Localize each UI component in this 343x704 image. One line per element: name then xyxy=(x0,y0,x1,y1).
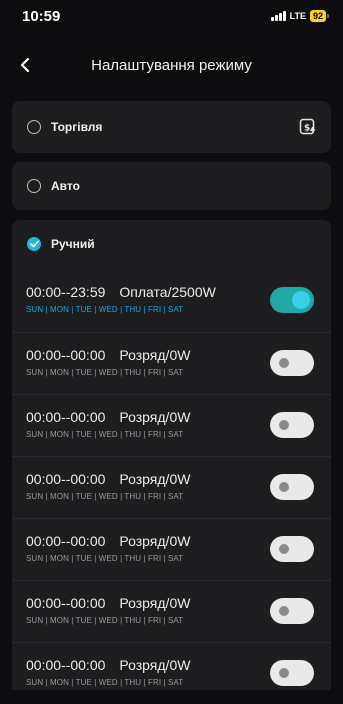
toggle-knob xyxy=(292,291,310,309)
mode-label-manual: Ручний xyxy=(51,237,95,251)
schedule-toggle[interactable] xyxy=(270,412,314,438)
page-title: Налаштування режиму xyxy=(91,56,252,74)
status-indicators: LTE 92 xyxy=(270,10,329,22)
schedule-toggle[interactable] xyxy=(270,350,314,376)
schedule-days: SUN | MON | TUE | WED | THU | FRI | SAT xyxy=(26,430,184,439)
battery-icon: 92 xyxy=(309,10,326,22)
toggle-knob xyxy=(279,606,289,616)
radio-auto[interactable] xyxy=(27,179,41,193)
schedule-days: SUN | MON | TUE | WED | THU | FRI | SAT xyxy=(26,554,184,563)
schedule-row[interactable]: 00:00--00:00 Розряд/0W SUN | MON | TUE | … xyxy=(12,580,331,642)
schedule-row[interactable]: 00:00--00:00 Розряд/0W SUN | MON | TUE | … xyxy=(12,456,331,518)
schedule-mode: Розряд/0W xyxy=(119,347,191,363)
schedule-days: SUN | MON | TUE | WED | THU | FRI | SAT xyxy=(26,368,184,377)
schedule-row[interactable]: 00:00--00:00 Розряд/0W SUN | MON | TUE | … xyxy=(12,394,331,456)
status-time: 10:59 xyxy=(22,7,61,25)
trade-settings-icon[interactable]: $ xyxy=(299,118,317,136)
mode-card-auto[interactable]: Авто xyxy=(12,162,331,210)
signal-icon xyxy=(270,11,286,21)
schedule-summary: 00:00--00:00 Розряд/0W xyxy=(26,657,190,673)
svg-text:$: $ xyxy=(304,124,310,134)
status-bar: 10:59 LTE 92 xyxy=(0,0,343,32)
schedule-time: 00:00--00:00 xyxy=(26,657,106,673)
schedule-days: SUN | MON | TUE | WED | THU | FRI | SAT xyxy=(26,616,184,625)
mode-label-auto: Авто xyxy=(51,179,80,193)
schedule-summary: 00:00--00:00 Розряд/0W xyxy=(26,471,190,487)
schedule-time: 00:00--00:00 xyxy=(26,533,106,549)
schedule-summary: 00:00--00:00 Розряд/0W xyxy=(26,595,190,611)
schedule-toggle[interactable] xyxy=(270,536,314,562)
schedule-row[interactable]: 00:00--00:00 Розряд/0W SUN | MON | TUE | … xyxy=(12,642,331,704)
schedule-row[interactable]: 00:00--00:00 Розряд/0W SUN | MON | TUE | … xyxy=(12,332,331,394)
mode-label-trading: Торгівля xyxy=(51,120,103,134)
schedule-days: SUN | MON | TUE | WED | THU | FRI | SAT xyxy=(26,492,184,501)
schedule-mode: Розряд/0W xyxy=(119,409,191,425)
schedule-mode: Розряд/0W xyxy=(119,471,191,487)
schedule-days: SUN | MON | TUE | WED | THU | FRI | SAT xyxy=(26,305,184,314)
battery-tip xyxy=(327,14,329,18)
schedule-toggle[interactable] xyxy=(270,287,314,313)
toggle-knob xyxy=(279,420,289,430)
schedule-summary: 00:00--00:00 Розряд/0W xyxy=(26,409,190,425)
schedule-summary: 00:00--00:00 Розряд/0W xyxy=(26,533,190,549)
schedule-mode: Оплата/2500W xyxy=(119,284,216,300)
schedule-row[interactable]: 00:00--00:00 Розряд/0W SUN | MON | TUE | … xyxy=(12,518,331,580)
schedule-time: 00:00--00:00 xyxy=(26,595,106,611)
chevron-left-icon xyxy=(20,58,30,72)
schedule-toggle[interactable] xyxy=(270,660,314,686)
mode-card-manual: Ручний 00:00--23:59 Оплата/2500W SUN | MO… xyxy=(12,220,331,690)
schedule-time: 00:00--23:59 xyxy=(26,284,106,300)
schedule-days: SUN | MON | TUE | WED | THU | FRI | SAT xyxy=(26,678,184,687)
schedule-toggle[interactable] xyxy=(270,474,314,500)
toggle-knob xyxy=(279,544,289,554)
schedule-mode: Розряд/0W xyxy=(119,657,191,673)
toggle-knob xyxy=(279,358,289,368)
radio-manual-checked[interactable] xyxy=(27,237,41,251)
mode-card-trading[interactable]: Торгівля $ xyxy=(12,101,331,153)
schedule-mode: Розряд/0W xyxy=(119,533,191,549)
toggle-knob xyxy=(279,668,289,678)
schedule-summary: 00:00--00:00 Розряд/0W xyxy=(26,347,190,363)
schedule-time: 00:00--00:00 xyxy=(26,471,106,487)
schedule-time: 00:00--00:00 xyxy=(26,409,106,425)
schedule-row[interactable]: 00:00--23:59 Оплата/2500W SUN | MON | TUE… xyxy=(12,270,331,332)
check-icon xyxy=(29,240,39,248)
manual-mode-row[interactable]: Ручний xyxy=(12,220,331,268)
toggle-knob xyxy=(279,482,289,492)
nav-header: Налаштування режиму xyxy=(0,46,343,84)
back-button[interactable] xyxy=(15,55,35,75)
schedule-mode: Розряд/0W xyxy=(119,595,191,611)
schedule-summary: 00:00--23:59 Оплата/2500W xyxy=(26,284,216,300)
network-type: LTE xyxy=(289,11,306,21)
radio-trading[interactable] xyxy=(27,120,41,134)
schedule-toggle[interactable] xyxy=(270,598,314,624)
schedule-time: 00:00--00:00 xyxy=(26,347,106,363)
